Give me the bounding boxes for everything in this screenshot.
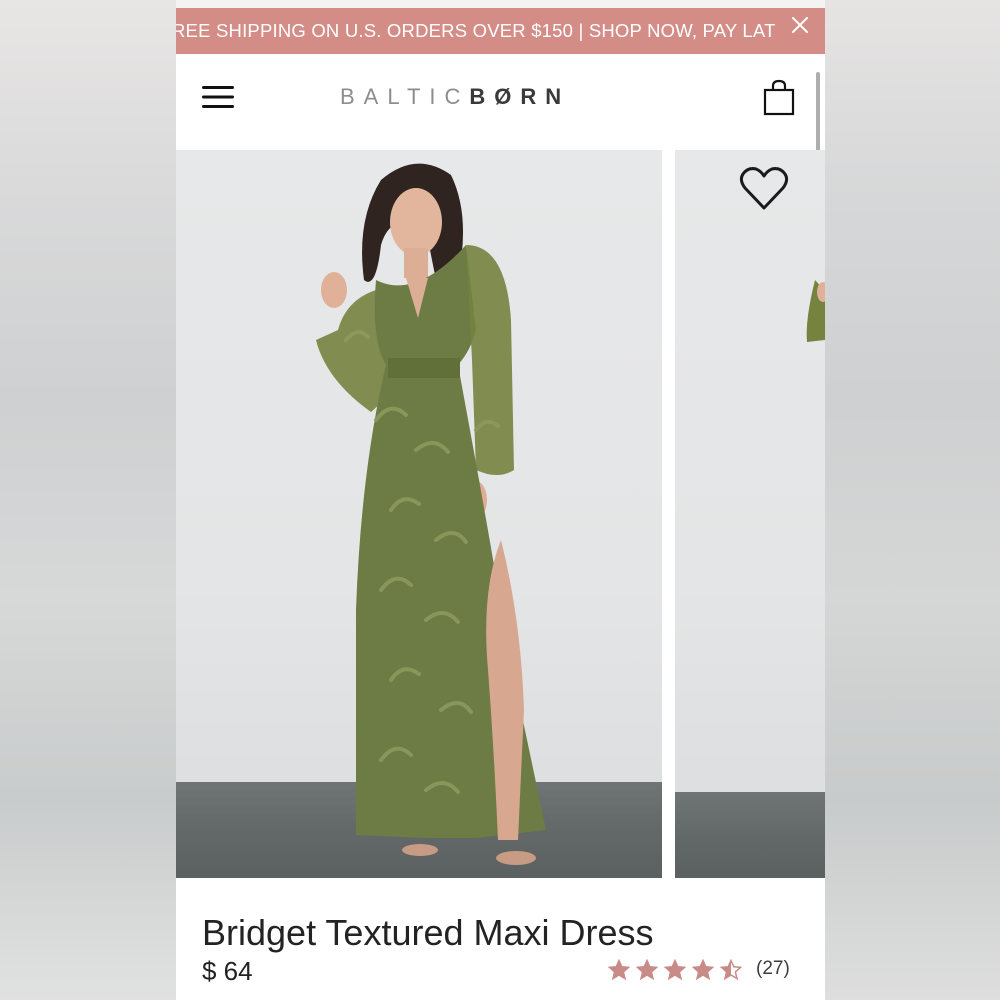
close-icon[interactable] — [789, 14, 811, 36]
phone-screen: REE SHIPPING ON U.S. ORDERS OVER $150 | … — [176, 0, 825, 1000]
site-header: BALTICBØRN — [176, 54, 825, 260]
next-photo-preview — [806, 280, 825, 342]
logo-text-baltic: BALTIC — [340, 84, 470, 109]
background-blur-left — [0, 0, 176, 1000]
product-price: $ 64 — [202, 956, 253, 986]
product-image-carousel[interactable] — [176, 150, 825, 878]
product-photo-main[interactable] — [176, 150, 662, 878]
status-gap — [176, 0, 825, 8]
heart-icon[interactable] — [739, 166, 789, 212]
star-full-icon — [608, 958, 630, 980]
star-full-icon — [692, 958, 714, 980]
review-count[interactable]: (27) — [756, 958, 790, 980]
product-photo-next[interactable] — [675, 150, 825, 878]
hamburger-menu-icon[interactable] — [202, 84, 234, 110]
model-illustration — [316, 163, 546, 865]
star-half-icon — [720, 958, 742, 980]
rating-stars — [608, 958, 742, 980]
product-rating[interactable]: (27) — [608, 958, 790, 980]
background-blur-right — [824, 0, 1000, 1000]
promo-banner[interactable]: REE SHIPPING ON U.S. ORDERS OVER $150 | … — [176, 8, 825, 54]
star-full-icon — [636, 958, 658, 980]
promo-text: REE SHIPPING ON U.S. ORDERS OVER $150 | … — [176, 20, 776, 41]
shopping-bag-icon[interactable] — [761, 78, 797, 118]
product-info: Bridget Textured Maxi Dress $ 64 (27) — [176, 878, 825, 1000]
product-title: Bridget Textured Maxi Dress — [202, 912, 654, 953]
brand-logo[interactable]: BALTICBØRN — [340, 84, 570, 110]
star-full-icon — [664, 958, 686, 980]
logo-text-born: BØRN — [469, 84, 571, 109]
